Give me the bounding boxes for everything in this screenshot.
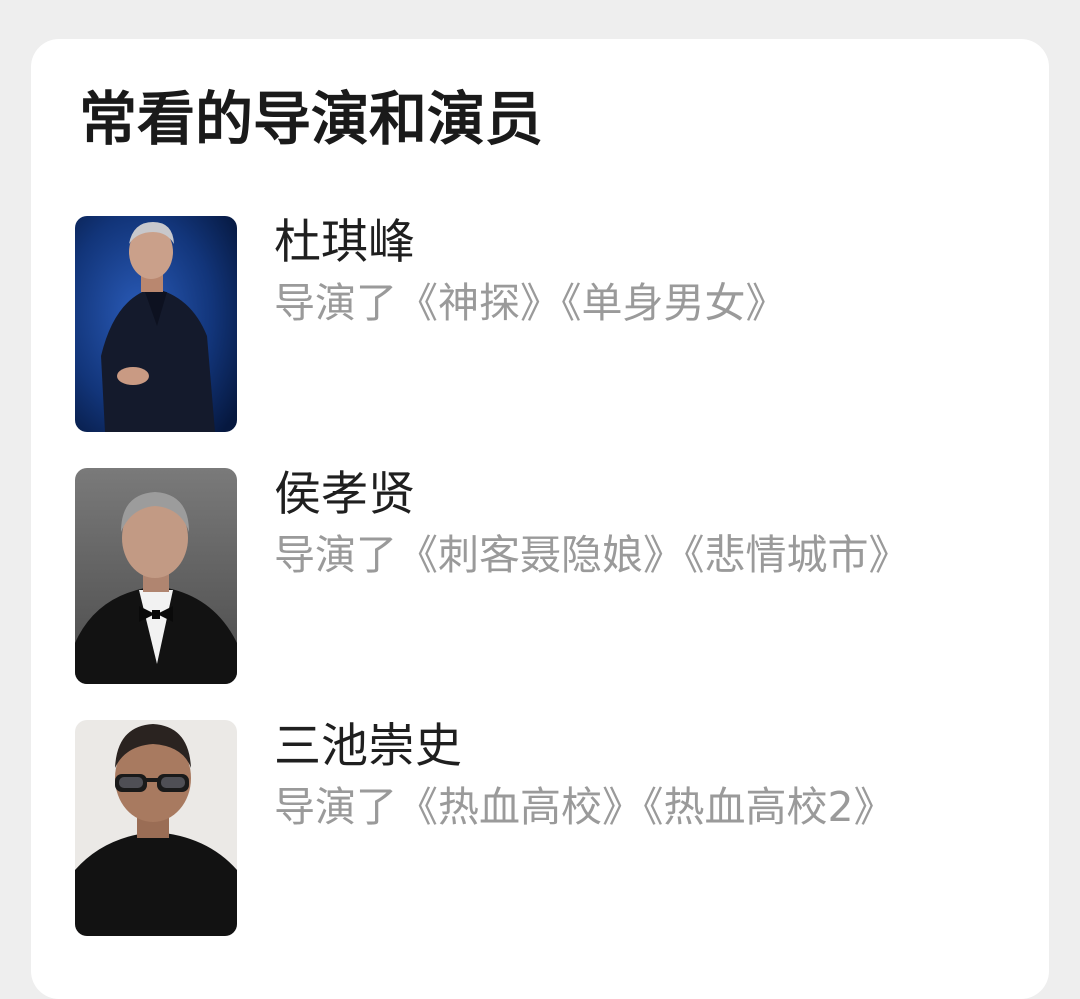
- frequent-people-card: 常看的导演和演员 杜琪峰 导演了《神探》《单身男女》 侯孝贤 导演了《刺客聂隐娘…: [31, 39, 1049, 999]
- person-item[interactable]: 侯孝贤 导演了《刺客聂隐娘》《悲情城市》: [75, 467, 1025, 684]
- person-works: 导演了《神探》《单身男女》: [274, 279, 787, 327]
- person-name: 侯孝贤: [274, 467, 415, 522]
- person-item[interactable]: 杜琪峰 导演了《神探》《单身男女》: [75, 215, 1025, 432]
- person-item[interactable]: 三池崇史 导演了《热血高校》《热血高校2》: [75, 719, 1025, 936]
- person-name: 三池崇史: [274, 719, 462, 774]
- portrait-photo-icon: [75, 216, 237, 432]
- portrait-photo-icon: [75, 468, 237, 684]
- person-works: 导演了《刺客聂隐娘》《悲情城市》: [274, 531, 910, 579]
- portrait-photo-icon: [75, 720, 237, 936]
- person-works: 导演了《热血高校》《热血高校2》: [274, 783, 895, 831]
- section-title: 常看的导演和演员: [79, 85, 544, 153]
- person-name: 杜琪峰: [274, 215, 415, 270]
